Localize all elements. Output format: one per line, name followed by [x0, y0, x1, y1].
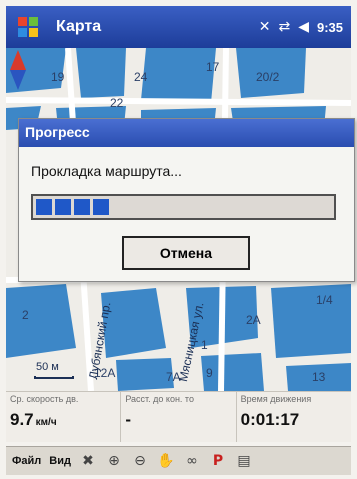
app-title: Карта [56, 18, 102, 35]
house-number: 2А [246, 313, 261, 327]
house-number: 20/2 [256, 70, 280, 84]
compass-icon[interactable] [6, 48, 30, 92]
bottom-toolbar: Файл Вид ✖ ⊕ ⊖ ✋ ∞ P ▤ [6, 446, 351, 475]
distance-label: Расст. до кон. то [125, 394, 194, 404]
house-number: 2 [22, 308, 29, 322]
parking-icon[interactable]: P [209, 452, 227, 470]
file-menu[interactable]: Файл [12, 455, 41, 467]
zoom-out-icon[interactable]: ⊖ [131, 452, 149, 470]
info-panel: Ср. скорость дв. 9.7 км/ч Расст. до кон. … [6, 391, 351, 442]
dialog-message: Прокладка маршрута... [31, 163, 182, 179]
speed-number: 9.7 [10, 410, 34, 429]
pan-icon[interactable]: ✋ [157, 452, 175, 470]
tools-icon[interactable]: ✖ [79, 452, 97, 470]
map-scale-label: 50 м [36, 361, 59, 373]
house-number: 24 [134, 70, 148, 84]
speed-value: 9.7 км/ч [10, 410, 116, 430]
house-number: 19 [51, 70, 65, 84]
progress-segment [36, 199, 52, 215]
dialog-title: Прогресс [19, 119, 354, 147]
no-signal-icon[interactable]: ✕ [259, 19, 271, 35]
cancel-button[interactable]: Отмена [122, 236, 250, 270]
house-number: 1/4 [316, 293, 333, 307]
house-number: 13 [312, 370, 326, 384]
progress-dialog: Прогресс Прокладка маршрута... Отмена [18, 118, 355, 282]
progress-segment [55, 199, 71, 215]
progress-bar [31, 194, 336, 220]
speed-label: Ср. скорость дв. [10, 394, 79, 404]
keyboard-icon[interactable]: ▤ [235, 452, 253, 470]
house-number: 9 [206, 366, 213, 380]
house-number: 17 [206, 60, 220, 74]
house-number: 22 [110, 96, 124, 110]
house-number: 1 [201, 338, 208, 352]
zoom-in-icon[interactable]: ⊕ [105, 452, 123, 470]
speaker-icon[interactable]: ◀ [298, 19, 309, 35]
progress-segment [93, 199, 109, 215]
time-cell[interactable]: Время движения 0:01:17 [237, 392, 351, 442]
windows-flag-icon [18, 17, 38, 37]
speed-cell[interactable]: Ср. скорость дв. 9.7 км/ч [6, 392, 122, 442]
time-value: 0:01:17 [240, 410, 300, 429]
speed-unit: км/ч [35, 417, 57, 428]
pda-screen: Карта ✕ ⇄ ◀ 9:35 19 24 17 20/2 22 1/4 2 … [0, 0, 357, 479]
system-tray: ✕ ⇄ ◀ 9:35 [259, 19, 343, 35]
map-scale-bar [34, 376, 74, 379]
route-icon[interactable]: ∞ [183, 452, 201, 470]
progress-segment [74, 199, 90, 215]
distance-cell[interactable]: Расст. до кон. то - [121, 392, 237, 442]
start-button[interactable] [8, 7, 48, 47]
time-label: Время движения [240, 394, 312, 404]
connectivity-icon[interactable]: ⇄ [278, 19, 290, 35]
clock[interactable]: 9:35 [317, 20, 343, 35]
distance-value: - [125, 410, 131, 429]
view-menu[interactable]: Вид [49, 455, 71, 467]
title-bar: Карта ✕ ⇄ ◀ 9:35 [6, 6, 351, 48]
